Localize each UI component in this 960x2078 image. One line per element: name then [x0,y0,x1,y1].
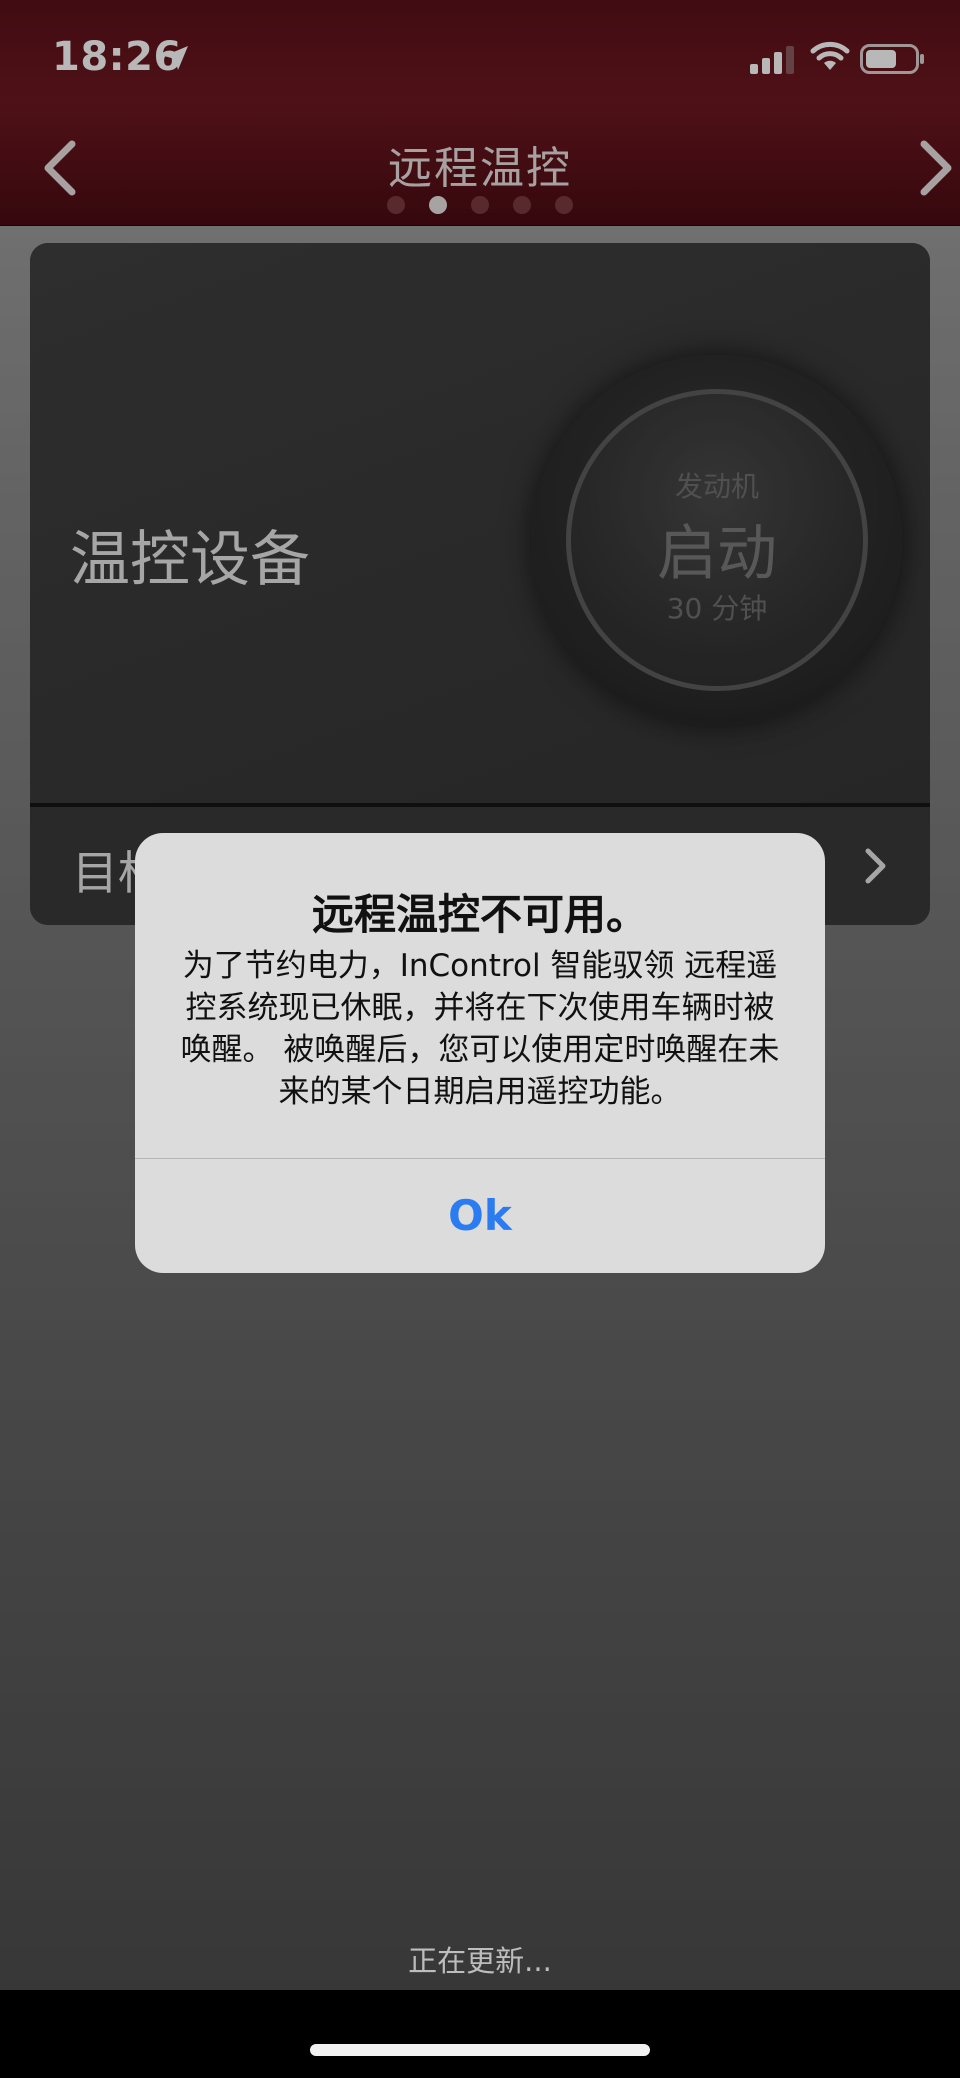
alert-dialog: 远程温控不可用。 为了节约电力，InControl 智能驭领 远程遥控系统现已休… [135,833,825,1273]
updating-status: 正在更新... [408,1944,552,1978]
alert-message: 为了节约电力，InControl 智能驭领 远程遥控系统现已休眠，并将在下次使用… [180,948,780,1110]
ok-button[interactable]: Ok [135,1159,825,1273]
app-screen: 18:26 远程温控 温控设备 发动机 启动 30 分钟 目标 远程温控不可用。… [0,0,960,1990]
home-indicator[interactable] [310,2044,650,2056]
alert-title: 远程温控不可用。 [311,890,648,939]
